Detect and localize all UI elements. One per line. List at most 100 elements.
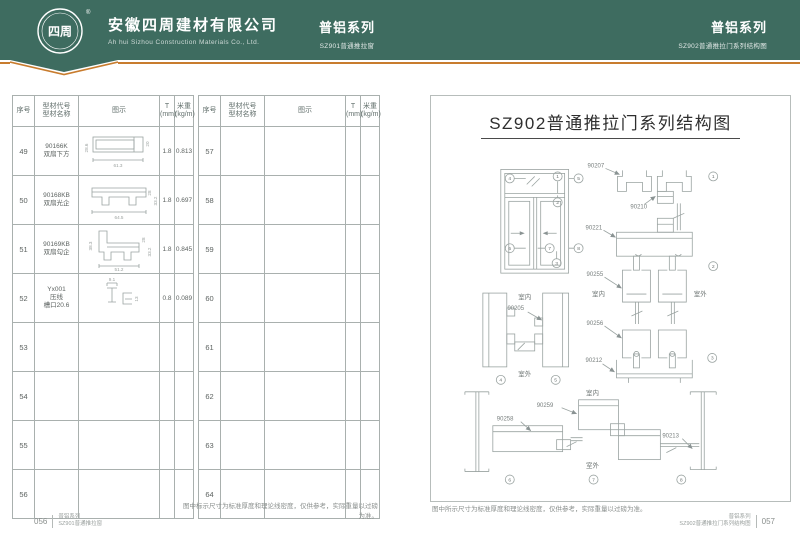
header-accent-line bbox=[118, 62, 800, 64]
row-seq: 55 bbox=[13, 421, 35, 470]
col-header-code: 型材代号 型材名称 bbox=[221, 96, 265, 127]
header-chevron bbox=[10, 60, 118, 80]
structure-diagram-panel: SZ902普通推拉门系列结构图 1 2 3 4 5 6 bbox=[430, 95, 791, 502]
table-row: 63 bbox=[199, 421, 380, 470]
room-label-indoor: 室内 bbox=[592, 289, 605, 298]
page-number: 056 bbox=[34, 517, 47, 526]
callout-8: 8 bbox=[680, 477, 683, 483]
room-label-indoor: 室内 bbox=[586, 388, 599, 397]
row-figure: 51.2 38.3 28 33.2 bbox=[79, 225, 160, 274]
svg-text:13: 13 bbox=[134, 296, 139, 302]
footer-divider bbox=[52, 515, 53, 528]
room-label-indoor: 室内 bbox=[518, 292, 531, 301]
row-seq: 60 bbox=[199, 274, 221, 323]
row-figure: 9.1 13 bbox=[79, 274, 160, 323]
row-code: 90166K 双扇下方 bbox=[35, 127, 79, 176]
row-figure: 61.3 28.6 20 bbox=[79, 127, 160, 176]
svg-text:9.1: 9.1 bbox=[108, 277, 115, 282]
profile-drawing-90168KB: 64.5 28 33.2 bbox=[80, 177, 159, 223]
table-row: 59 bbox=[199, 225, 380, 274]
right-page-note: 图中所示尺寸为标准厚度和理论线密度，仅供参考，实际重量以过磅为准。 bbox=[432, 503, 647, 513]
jamb-section-details: 室内 90205 室外 4 5 bbox=[483, 292, 569, 384]
svg-text:28.6: 28.6 bbox=[84, 143, 89, 152]
table-row: 50 90168KB 双扇光企 64.5 28 33.2 1.8 0.697 bbox=[13, 176, 194, 225]
callout-6: 6 bbox=[508, 246, 511, 252]
table-row: 54 bbox=[13, 372, 194, 421]
col-header-code: 型材代号 型材名称 bbox=[35, 96, 79, 127]
row-seq: 59 bbox=[199, 225, 221, 274]
footer-left: 056 普铝系列 SZ901普通推拉窗 bbox=[34, 514, 102, 528]
svg-text:33.2: 33.2 bbox=[147, 247, 152, 256]
series-subtitle: SZ902普通推拉门系列结构图 bbox=[678, 40, 767, 50]
profile-label-90207: 90207 bbox=[588, 163, 605, 169]
company-logo: 四周 ® bbox=[26, 4, 98, 58]
col-header-fig: 图示 bbox=[79, 96, 160, 127]
series-title: 普铝系列 bbox=[678, 17, 767, 36]
profile-drawing-Yx001: 9.1 13 bbox=[80, 275, 159, 321]
profile-label-90205: 90205 bbox=[507, 306, 524, 312]
row-code: 90168KB 双扇光企 bbox=[35, 176, 79, 225]
structure-diagram: 1 2 3 4 5 6 7 8 bbox=[431, 148, 790, 498]
profile-label-90213: 90213 bbox=[662, 434, 679, 440]
registered-mark: ® bbox=[86, 9, 91, 16]
row-weight: 0.813 bbox=[175, 127, 194, 176]
row-seq: 62 bbox=[199, 372, 221, 421]
svg-text:28: 28 bbox=[141, 237, 146, 243]
svg-text:38.3: 38.3 bbox=[88, 241, 93, 250]
row-thickness: 1.8 bbox=[160, 176, 175, 225]
series-title: 普铝系列 bbox=[287, 17, 407, 36]
profile-label-90221: 90221 bbox=[586, 225, 603, 231]
footer-divider bbox=[756, 515, 757, 528]
row-thickness: 1.8 bbox=[160, 225, 175, 274]
table-header-row: 序号 型材代号 型材名称 图示 T (mm) 米重 (kg/m) bbox=[199, 96, 380, 127]
row-thickness: 1.8 bbox=[160, 127, 175, 176]
row-code: 90169KB 双扇勾企 bbox=[35, 225, 79, 274]
profile-label-90256: 90256 bbox=[587, 321, 604, 327]
callout-6: 6 bbox=[508, 477, 511, 483]
row-seq: 61 bbox=[199, 323, 221, 372]
profile-label-90255: 90255 bbox=[587, 272, 604, 278]
table-row: 56 bbox=[13, 470, 194, 519]
callout-7: 7 bbox=[548, 246, 551, 252]
profile-tables: 序号 型材代号 型材名称 图示 T (mm) 米重 (kg/m) 49 9016… bbox=[12, 95, 380, 519]
company-name-block: 安徽四周建材有限公司 Ah hui Sizhou Construction Ma… bbox=[108, 14, 278, 46]
room-label-outdoor: 室外 bbox=[586, 461, 599, 470]
company-name-en: Ah hui Sizhou Construction Materials Co.… bbox=[108, 39, 278, 46]
col-header-seq: 序号 bbox=[13, 96, 35, 127]
diagram-title: SZ902普通推拉门系列结构图 bbox=[431, 109, 790, 134]
logo-text: 四周 bbox=[48, 25, 72, 39]
door-elevation: 1 2 3 4 5 6 7 8 bbox=[501, 169, 583, 273]
profile-drawing-90169KB: 51.2 38.3 28 33.2 bbox=[80, 226, 159, 272]
row-seq: 52 bbox=[13, 274, 35, 323]
page-header: 四周 ® 安徽四周建材有限公司 Ah hui Sizhou Constructi… bbox=[0, 0, 800, 60]
callout-5: 5 bbox=[577, 176, 580, 182]
row-seq: 57 bbox=[199, 127, 221, 176]
row-weight: 0.697 bbox=[175, 176, 194, 225]
vertical-section-details: 90207 90210 90221 90255 90256 90212 室内 室… bbox=[586, 163, 718, 382]
callout-7: 7 bbox=[592, 477, 595, 483]
svg-text:64.5: 64.5 bbox=[114, 215, 123, 220]
col-header-weight: 米重 (kg/m) bbox=[361, 96, 380, 127]
profile-label-90210: 90210 bbox=[630, 204, 647, 210]
room-label-outdoor: 室外 bbox=[694, 289, 707, 298]
row-weight: 0.845 bbox=[175, 225, 194, 274]
header-accent-line bbox=[0, 62, 10, 64]
page-number: 057 bbox=[762, 517, 775, 526]
callout-4: 4 bbox=[508, 176, 511, 182]
table-row: 60 bbox=[199, 274, 380, 323]
table-row: 55 bbox=[13, 421, 194, 470]
company-name-cn: 安徽四周建材有限公司 bbox=[108, 14, 278, 35]
row-seq: 63 bbox=[199, 421, 221, 470]
footer-series-text: 普铝系列 SZ902普通推拉门系列结构图 bbox=[679, 514, 750, 528]
row-thickness: 0.8 bbox=[160, 274, 175, 323]
callout-2: 2 bbox=[712, 264, 715, 270]
col-header-fig: 图示 bbox=[265, 96, 346, 127]
footer-right: 普铝系列 SZ902普通推拉门系列结构图 057 bbox=[679, 514, 775, 528]
row-code: Yx001 压线 槽口20.6 bbox=[35, 274, 79, 323]
row-weight: 0.089 bbox=[175, 274, 194, 323]
callout-4: 4 bbox=[499, 378, 502, 384]
svg-text:51.2: 51.2 bbox=[114, 267, 123, 272]
header-right-series: 普铝系列 SZ902普通推拉门系列结构图 bbox=[678, 17, 767, 50]
callout-5: 5 bbox=[554, 378, 557, 384]
callout-8: 8 bbox=[577, 246, 580, 252]
